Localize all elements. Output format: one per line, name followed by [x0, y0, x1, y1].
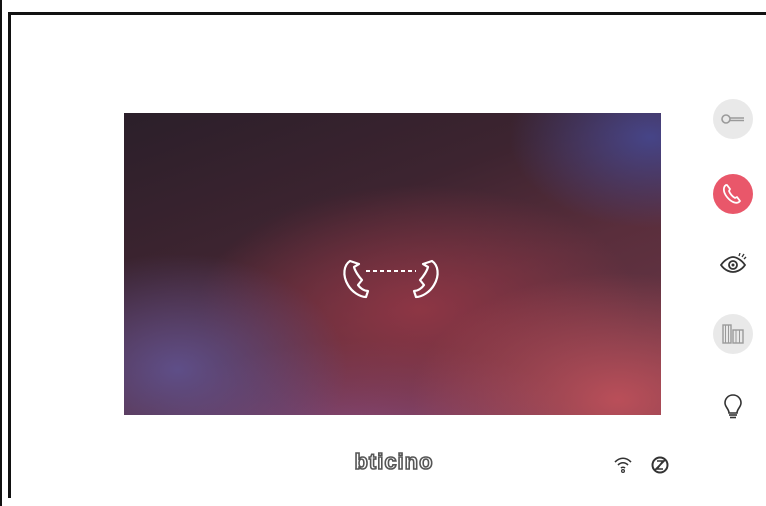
- door-key-button[interactable]: [713, 99, 753, 139]
- gates-icon: [722, 324, 744, 344]
- light-button[interactable]: [713, 386, 753, 426]
- phone-handset-icon: [722, 184, 741, 204]
- call-button[interactable]: [713, 174, 753, 214]
- key-icon: [721, 114, 744, 124]
- camera-view-button[interactable]: [713, 244, 753, 284]
- brand-logo: bticino: [354, 449, 434, 475]
- do-not-disturb-icon: [651, 456, 669, 474]
- intercom-call-handsets-icon: [343, 259, 439, 299]
- wifi-icon: [614, 457, 632, 474]
- eye-icon: [719, 253, 747, 273]
- frame-edge: [0, 0, 2, 506]
- cameras-button[interactable]: [713, 314, 753, 354]
- video-screen: [124, 113, 661, 415]
- lightbulb-icon: [724, 394, 742, 419]
